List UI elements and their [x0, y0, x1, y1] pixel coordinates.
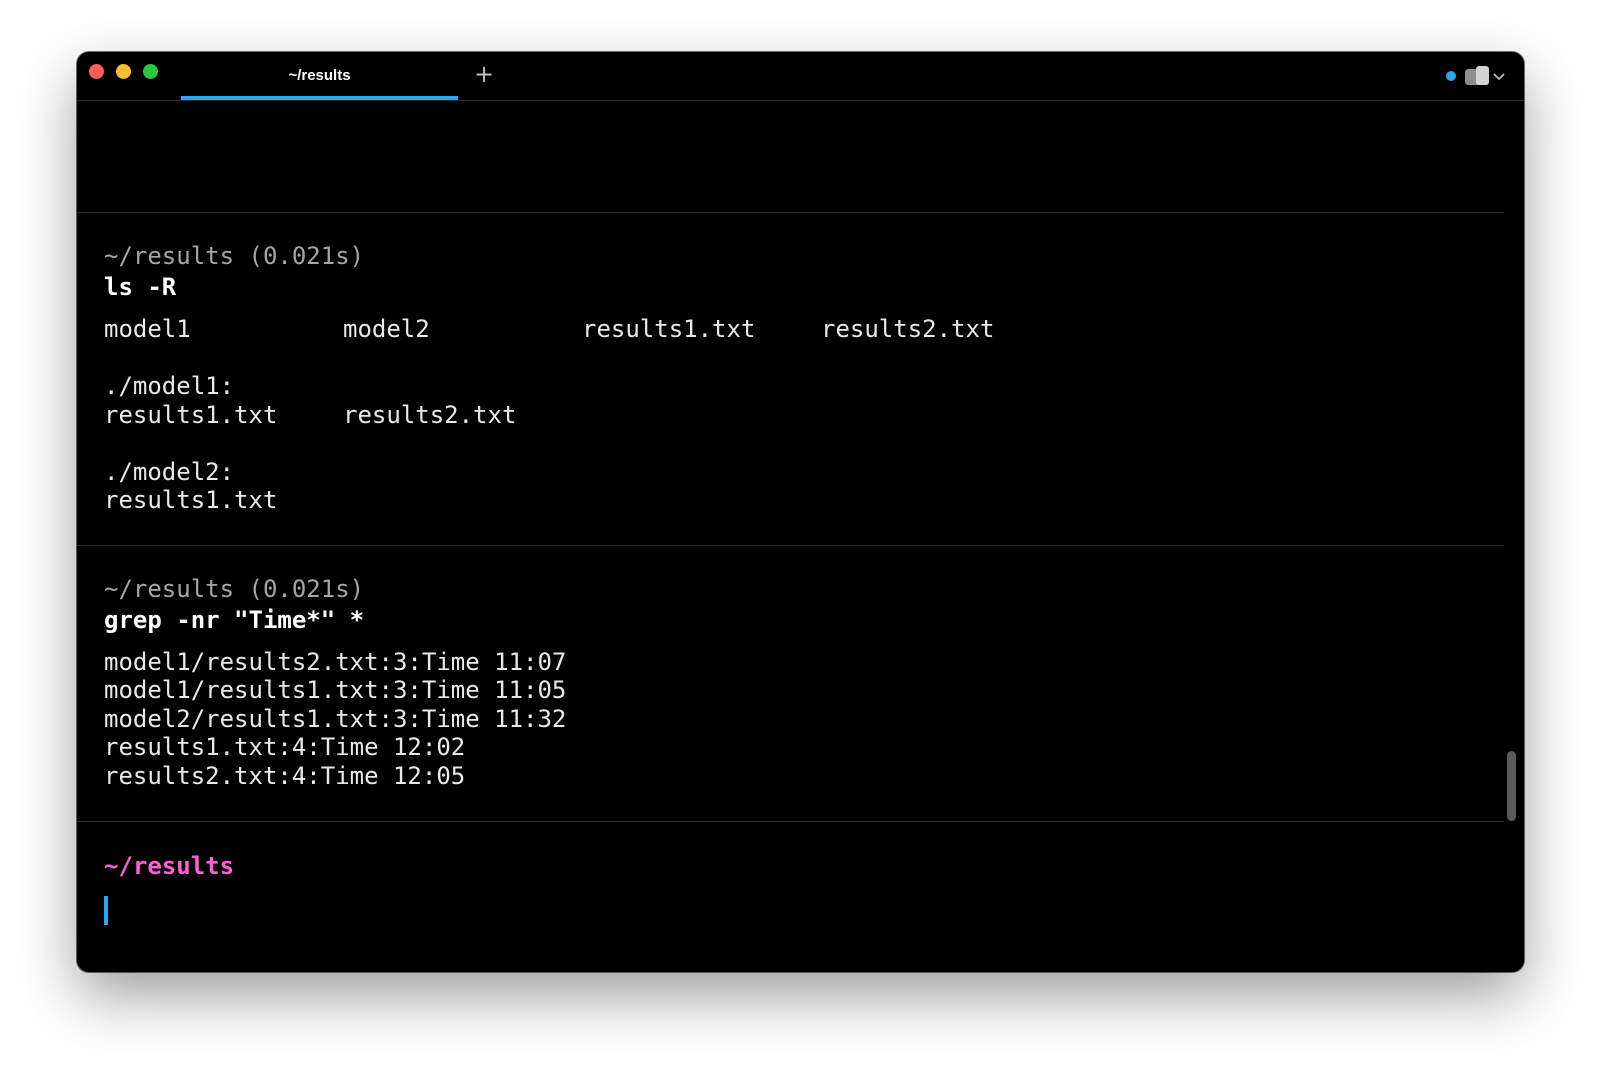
list-item: results1.txt — [104, 486, 278, 514]
output-line: model2/results1.txt:3:Time 11:32 — [104, 705, 567, 733]
block-meta: ~/results (0.021s) — [104, 575, 365, 603]
chevron-down-icon[interactable] — [1492, 69, 1506, 83]
active-tab-indicator — [181, 96, 458, 100]
list-item: model2 — [343, 315, 430, 343]
command-block-grep[interactable]: ~/results (0.021s) grep -nr "Time*" * mo… — [77, 545, 1504, 822]
block-meta: ~/results (0.021s) — [104, 242, 365, 270]
output-line: results2.txt:4:Time 12:05 — [104, 762, 466, 790]
scrollbar[interactable] — [1507, 751, 1516, 821]
directory-header: ./model2: — [104, 458, 235, 486]
text-cursor — [104, 896, 108, 925]
list-item: results1.txt — [582, 315, 756, 343]
list-item: results2.txt — [343, 401, 517, 429]
prompt-path: ~/results — [104, 852, 235, 880]
command-block-ls[interactable]: ~/results (0.021s) ls -R model1 model2 r… — [77, 212, 1504, 546]
output-line: results1.txt:4:Time 12:02 — [104, 733, 466, 761]
tab-label: ~/results — [288, 67, 351, 84]
command-text: grep -nr "Time*" * — [104, 606, 365, 634]
list-item: results2.txt — [821, 315, 995, 343]
command-text: ls -R — [104, 273, 177, 301]
title-bar: ~/results + — [77, 52, 1524, 101]
status-dot-icon — [1446, 71, 1456, 81]
zoom-window-button[interactable] — [143, 64, 158, 79]
tab-results[interactable]: ~/results — [181, 52, 458, 100]
terminal-window: ~/results + ~/results (0.021s) ls -R mod… — [77, 52, 1524, 972]
new-tab-button[interactable]: + — [472, 62, 496, 86]
output-line: model1/results1.txt:3:Time 11:05 — [104, 676, 567, 704]
directory-header: ./model1: — [104, 372, 235, 400]
input-editor[interactable]: ~/results — [77, 821, 1504, 972]
list-item: results1.txt — [104, 401, 278, 429]
panel-toggle-icon[interactable] — [1464, 66, 1490, 86]
output-line: model1/results2.txt:3:Time 11:07 — [104, 648, 567, 676]
list-item: model1 — [104, 315, 191, 343]
close-window-button[interactable] — [89, 64, 104, 79]
minimize-window-button[interactable] — [116, 64, 131, 79]
